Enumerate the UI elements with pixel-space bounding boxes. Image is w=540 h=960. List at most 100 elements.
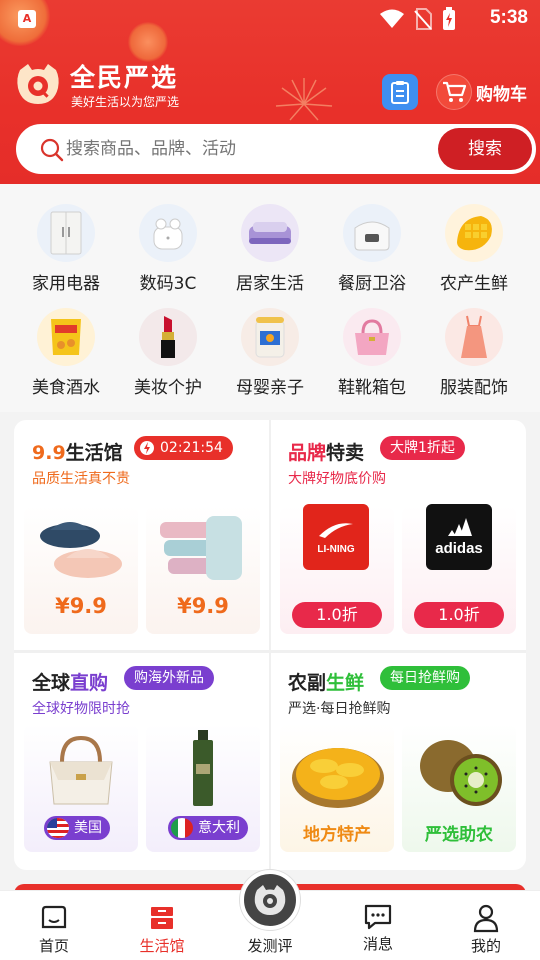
mango-slices-icon <box>292 748 384 808</box>
app-notification-icon: A <box>18 10 36 28</box>
product-card[interactable]: ¥9.9 <box>146 506 260 634</box>
section-title: 9.9生活馆 <box>32 438 123 465</box>
fresh-badge: 每日抢鲜购 <box>380 666 470 690</box>
divider <box>269 420 271 870</box>
product-card[interactable]: 美国 <box>24 724 138 852</box>
wifi-icon <box>380 9 404 28</box>
country-name: 意大利 <box>198 820 240 836</box>
category-home[interactable]: 居家生活 <box>220 204 320 294</box>
category-bags[interactable]: 鞋靴箱包 <box>322 308 422 398</box>
section-title: 品牌特卖 <box>288 438 364 465</box>
product-price: ¥9.9 <box>55 594 107 618</box>
mango-icon <box>445 204 503 262</box>
category-label: 美妆个护 <box>134 378 202 398</box>
post-review-button[interactable] <box>240 870 300 930</box>
brand-name: adidas <box>435 540 483 557</box>
search-button[interactable]: 搜索 <box>438 128 532 170</box>
product-card[interactable]: 意大利 <box>146 724 260 852</box>
tab-messages[interactable]: 消息 <box>338 903 418 954</box>
formula-can-icon <box>241 308 299 366</box>
product-label: 严选助农 <box>425 825 493 845</box>
category-appliances[interactable]: 家用电器 <box>16 204 116 294</box>
status-time: 5:38 <box>489 7 528 28</box>
product-label: 地方特产 <box>303 825 371 845</box>
handbag-icon <box>343 308 401 366</box>
tab-label: 首页 <box>38 937 69 955</box>
tab-life[interactable]: 生活馆 <box>122 903 202 956</box>
lining-logo: LI-NING <box>303 504 369 570</box>
cart-button[interactable]: 购物车 <box>436 74 527 110</box>
category-label: 数码3C <box>139 274 197 294</box>
app-logo <box>17 64 59 104</box>
category-label: 农产生鲜 <box>440 274 508 294</box>
review-icon <box>254 885 286 915</box>
tab-label: 生活馆 <box>139 937 185 955</box>
firework-decoration <box>275 78 333 121</box>
global-badge: 购海外新品 <box>124 666 214 690</box>
lipstick-icon <box>139 308 197 366</box>
promo-panel: 9.9生活馆 02:21:54 品质生活真不贵 ¥9.9 ¥9.9 品牌特卖 大… <box>14 420 526 870</box>
section-title-a: 农副 <box>288 672 327 694</box>
divider <box>14 650 526 653</box>
search-bar: 搜索 <box>16 124 536 174</box>
search-icon <box>40 138 64 162</box>
category-label: 母婴亲子 <box>236 378 304 398</box>
brand-card-lining[interactable]: LI-NING 1.0折 <box>280 504 394 634</box>
category-clothing[interactable]: 服装配饰 <box>424 308 524 398</box>
store-icon <box>151 907 173 929</box>
discount-badge: 1.0折 <box>292 602 382 628</box>
rice-cooker-icon <box>343 204 401 262</box>
category-beauty[interactable]: 美妆个护 <box>118 308 218 398</box>
countdown-timer: 02:21:54 <box>160 440 223 456</box>
brand-badge: 大牌1折起 <box>380 436 465 460</box>
handbag-icon <box>49 735 113 805</box>
section-title-b: 直购 <box>70 672 109 694</box>
italy-flag-icon <box>171 818 193 838</box>
product-card[interactable]: ¥9.9 <box>24 506 138 634</box>
category-label: 鞋靴箱包 <box>338 378 406 398</box>
towels-icon <box>160 516 242 580</box>
battery-charging-icon <box>443 7 455 30</box>
category-label: 居家生活 <box>236 274 304 294</box>
section-subtitle: 品质生活真不贵 <box>32 471 130 487</box>
app-header: A 5:38 全民严选 美好生活以为您严选 购物车 搜索 <box>0 0 540 184</box>
dress-icon <box>445 308 503 366</box>
product-card[interactable]: 地方特产 <box>280 724 394 852</box>
search-input[interactable] <box>66 139 426 159</box>
category-kitchen[interactable]: 餐厨卫浴 <box>322 204 422 294</box>
message-icon <box>364 904 392 930</box>
section-title-prefix: 9.9 <box>32 442 66 464</box>
snack-icon <box>37 308 95 366</box>
country-badge: 意大利 <box>168 816 248 840</box>
brand-card-adidas[interactable]: adidas 1.0折 <box>402 504 516 634</box>
section-subtitle: 严选·每日抢鲜购 <box>288 701 391 717</box>
product-card[interactable]: 严选助农 <box>402 724 516 852</box>
category-fresh[interactable]: 农产生鲜 <box>424 204 524 294</box>
app-subtitle: 美好生活以为您严选 <box>71 95 180 109</box>
section-subtitle: 大牌好物底价购 <box>288 471 386 487</box>
section-title-a: 全球 <box>32 672 71 694</box>
orders-button[interactable] <box>382 74 418 110</box>
tab-home[interactable]: 首页 <box>14 903 94 956</box>
status-bar: A 5:38 <box>0 0 540 36</box>
earbuds-icon <box>139 204 197 262</box>
tab-label: 我的 <box>470 937 501 955</box>
tab-review-label[interactable]: 发测评 <box>230 935 310 956</box>
category-food[interactable]: 美食酒水 <box>16 308 116 398</box>
brand-name: LI-NING <box>317 544 355 555</box>
category-label: 家用电器 <box>32 274 100 294</box>
discount-badge: 1.0折 <box>414 602 504 628</box>
category-baby[interactable]: 母婴亲子 <box>220 308 320 398</box>
us-flag-icon <box>47 818 69 838</box>
app-title: 全民严选 <box>70 63 179 92</box>
clipboard-icon <box>391 81 409 104</box>
tab-profile[interactable]: 我的 <box>446 903 526 956</box>
bedding-icon <box>241 204 299 262</box>
home-icon <box>41 905 67 929</box>
fridge-icon <box>37 204 95 262</box>
country-name: 美国 <box>74 820 102 836</box>
adidas-stripes-icon <box>448 518 472 536</box>
slippers-icon <box>40 522 122 578</box>
category-digital[interactable]: 数码3C <box>118 204 218 294</box>
tab-label: 发测评 <box>247 937 293 955</box>
